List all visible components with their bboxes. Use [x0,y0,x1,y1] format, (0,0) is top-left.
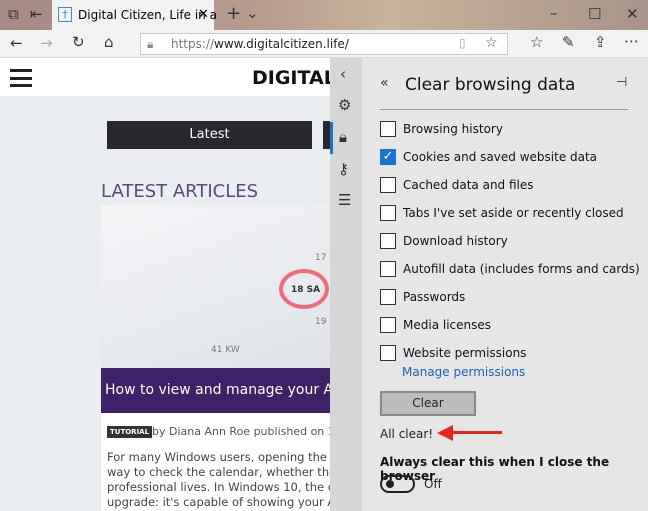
latest-button[interactable]: Latest [107,121,312,149]
checkbox-label[interactable]: Passwords [403,290,465,304]
calendar-text: 18 SA [291,285,321,295]
checkbox[interactable] [380,317,396,333]
excerpt-line: upgrade: it's capable of showing your Ag… [107,495,330,509]
new-tab-icon[interactable]: + [226,5,241,23]
tab-title: Digital Citizen, Life in a [78,8,217,22]
close-window-icon[interactable]: ✕ [626,7,639,22]
favicon-icon: † [58,7,72,22]
more-icon[interactable]: ⋯ [624,34,639,49]
tab-manager-icon[interactable]: ⧉ [8,7,19,22]
chevron-down-icon[interactable]: ⌄ [246,6,259,21]
pen-icon[interactable]: ✎ [562,35,575,50]
clear-button[interactable]: Clear [380,391,476,416]
collapse-icon[interactable]: ‹ [340,67,346,82]
arrow-shaft [452,431,502,434]
add-favorite-icon[interactable]: ☆ [485,35,498,51]
checkbox-label[interactable]: Browsing history [403,122,503,136]
checkbox[interactable]: ✓ [380,149,396,165]
article-title[interactable]: How to view and manage your Agen [101,368,330,413]
lock-icon[interactable]: 🔒︎ [339,130,347,145]
arrow-icon [437,425,453,441]
url-input[interactable]: 🔒︎ https://www.digitalcitizen.life/ ▯ ☆ [140,33,508,55]
checkbox[interactable] [380,177,396,193]
calendar-text: 17 [315,253,327,263]
section-title: LATEST ARTICLES [101,181,259,202]
checkbox-label[interactable]: Autofill data (includes forms and cards) [403,262,640,276]
url-scheme: https:// [171,37,215,51]
calendar-text: 19 [315,317,327,327]
article-body: TUTORIAL by Diana Ann Roe published on 1… [101,413,330,511]
active-indicator [330,122,333,154]
checkbox[interactable] [380,121,396,137]
excerpt-line: For many Windows users, opening the clo [107,450,330,464]
panel-title: Clear browsing data [405,75,576,95]
site-header: DIGITAL [0,58,336,96]
back-double-chevron-icon[interactable]: « [380,75,389,91]
checkbox[interactable] [380,205,396,221]
forward-icon[interactable]: → [40,36,53,51]
toggle-state: Off [424,477,442,491]
back-icon[interactable]: ← [10,36,23,51]
checkbox-label[interactable]: Media licenses [403,318,491,332]
checkbox-label[interactable]: Website permissions [403,346,526,360]
hamburger-menu-icon[interactable] [10,69,32,87]
checkbox[interactable] [380,289,396,305]
always-clear-label: Always clear this when I close the brows… [380,455,610,483]
share-icon[interactable]: ⇪ [594,35,607,50]
checkbox[interactable] [380,233,396,249]
close-tab-icon[interactable]: ✕ [198,7,209,22]
byline: by Diana Ann Roe published on 12/05/ [152,425,330,438]
gear-icon[interactable]: ⚙ [338,98,351,113]
refresh-icon[interactable]: ↻ [72,35,85,50]
browser-tab[interactable]: † Digital Citizen, Life in a ✕ [52,0,217,30]
maximize-icon[interactable]: ☐ [588,7,601,22]
divider [380,109,628,110]
hub-rail: ‹ ⚙ 🔒︎ ⚷ ☰ [330,58,362,511]
minimize-icon[interactable]: – [550,6,558,21]
lock-icon: 🔒︎ [147,37,154,51]
reading-view-icon[interactable]: ▯ [459,36,466,50]
excerpt-line: professional lives. In Windows 10, the c… [107,480,330,494]
key-icon[interactable]: ⚷ [338,162,349,177]
next-button[interactable] [323,121,330,149]
pin-icon[interactable]: ⊣ [616,75,627,90]
category-badge[interactable]: TUTORIAL [107,426,153,438]
status-text: All clear! [380,427,434,441]
url-host: www.digitalcitizen.life/ [214,37,349,51]
calendar-text: 41 KW [211,345,240,355]
site-logo[interactable]: DIGITAL [252,67,336,89]
checkbox-label[interactable]: Cached data and files [403,178,534,192]
article-image[interactable]: 17 18 SA 19 41 KW [101,205,330,368]
checkbox-label[interactable]: Cookies and saved website data [403,150,597,164]
checkbox-label[interactable]: Tabs I've set aside or recently closed [403,206,624,220]
favorites-icon[interactable]: ☆ [530,35,543,50]
sliders-icon[interactable]: ☰ [338,193,351,208]
set-aside-tabs-icon[interactable]: ⇤ [30,7,43,22]
checkbox[interactable] [380,261,396,277]
excerpt-line: way to check the calendar, whether they … [107,465,330,479]
always-clear-toggle[interactable] [380,475,415,493]
manage-permissions-link[interactable]: Manage permissions [402,365,525,379]
checkbox-label[interactable]: Download history [403,234,508,248]
checkbox[interactable] [380,345,396,361]
home-icon[interactable]: ⌂ [104,35,114,50]
